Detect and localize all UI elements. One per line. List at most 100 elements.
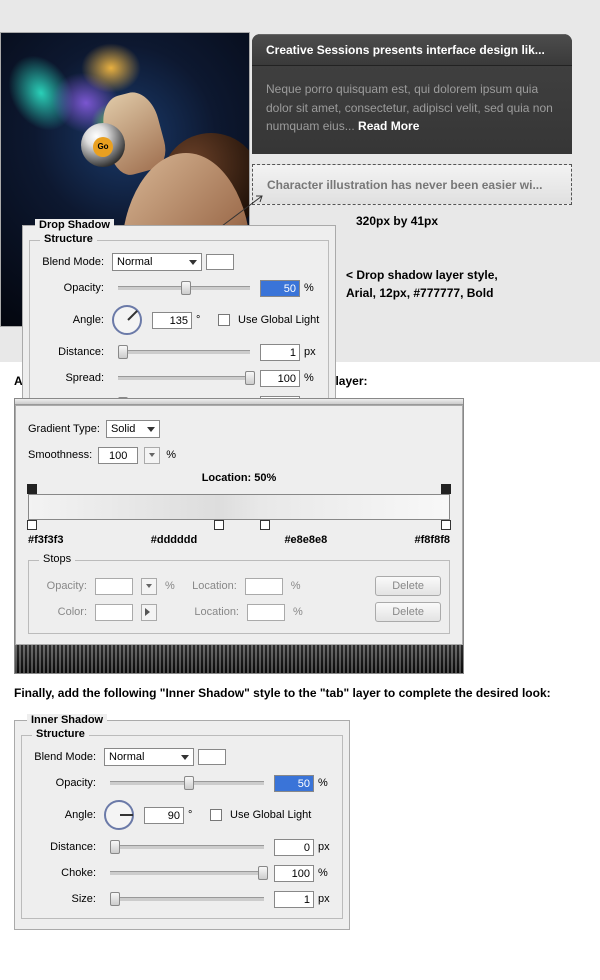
- stops-opacity-stepper-icon[interactable]: [141, 578, 157, 595]
- dimension-label: 320px by 41px: [356, 214, 438, 228]
- stops-color-swatch[interactable]: [95, 604, 133, 621]
- is-color-swatch[interactable]: [198, 749, 226, 765]
- go-badge: Go: [93, 137, 113, 157]
- blend-mode-select[interactable]: Normal: [112, 253, 202, 271]
- opacity-slider[interactable]: [118, 286, 250, 290]
- global-light-label: Use Global Light: [238, 314, 319, 326]
- blend-mode-value: Normal: [117, 256, 152, 268]
- distance-slider[interactable]: [118, 350, 250, 354]
- active-tab-title[interactable]: Creative Sessions presents interface des…: [252, 34, 572, 66]
- delete-opacity-stop-button[interactable]: Delete: [375, 576, 441, 596]
- smoothness-stepper-icon[interactable]: [144, 447, 160, 464]
- is-distance-input[interactable]: 0: [274, 839, 314, 856]
- smoothness-input[interactable]: 100: [98, 447, 138, 464]
- is-size-label: Size:: [28, 893, 100, 905]
- is-distance-slider[interactable]: [110, 845, 264, 849]
- color-stop-1: #f3f3f3: [28, 534, 63, 546]
- stops-opacity-input[interactable]: [95, 578, 133, 595]
- inactive-tab-title: Character illustration has never been ea…: [267, 178, 542, 192]
- section-3-text: Finally, add the following "Inner Shadow…: [0, 674, 600, 710]
- color-stop-icon[interactable]: [260, 520, 270, 530]
- opacity-stop-left-icon[interactable]: [27, 484, 37, 494]
- stops-color-label: Color:: [37, 606, 87, 618]
- smoothness-unit: %: [166, 449, 176, 461]
- stops-location-input-2[interactable]: [247, 604, 285, 621]
- is-opacity-slider[interactable]: [110, 781, 264, 785]
- is-choke-input[interactable]: 100: [274, 865, 314, 882]
- inner-structure-group: Structure Blend Mode: Normal Opacity: 50…: [21, 735, 343, 919]
- gradient-type-select[interactable]: Solid: [106, 420, 160, 438]
- global-light-checkbox[interactable]: [218, 314, 230, 326]
- is-size-unit: px: [318, 893, 336, 905]
- is-distance-label: Distance:: [28, 841, 100, 853]
- angle-unit: °: [196, 314, 214, 326]
- gradient-editor-frame: Gradient Type: Solid Smoothness: 100 % L…: [14, 398, 464, 674]
- distance-input[interactable]: 1: [260, 344, 300, 361]
- slider-thumb[interactable]: [110, 840, 120, 854]
- inactive-tab[interactable]: Character illustration has never been ea…: [252, 164, 572, 205]
- stops-title: Stops: [39, 553, 75, 565]
- stops-location-input[interactable]: [245, 578, 283, 595]
- is-size-slider[interactable]: [110, 897, 264, 901]
- slider-thumb[interactable]: [245, 371, 255, 385]
- inner-shadow-panel: Inner Shadow Structure Blend Mode: Norma…: [14, 720, 350, 930]
- smoothness-label: Smoothness:: [28, 449, 92, 461]
- opacity-input[interactable]: 50: [260, 280, 300, 297]
- opacity-unit: %: [304, 282, 322, 294]
- angle-input[interactable]: 135: [152, 312, 192, 329]
- gradient-editor-panel: Gradient Type: Solid Smoothness: 100 % L…: [15, 405, 463, 645]
- stops-opacity-unit: %: [165, 580, 175, 592]
- slider-thumb[interactable]: [258, 866, 268, 880]
- is-blend-mode-select[interactable]: Normal: [104, 748, 194, 766]
- is-blend-mode-value: Normal: [109, 751, 144, 763]
- blend-mode-label: Blend Mode:: [36, 256, 108, 268]
- is-opacity-label: Opacity:: [28, 777, 100, 789]
- active-tab-body: Neque porro quisquam est, qui dolorem ip…: [252, 66, 572, 154]
- angle-label: Angle:: [36, 314, 108, 326]
- inner-shadow-title: Inner Shadow: [27, 714, 107, 726]
- distance-label: Distance:: [36, 346, 108, 358]
- is-choke-slider[interactable]: [110, 871, 264, 875]
- spread-slider[interactable]: [118, 376, 250, 380]
- color-stop-3: #e8e8e8: [284, 534, 327, 546]
- is-blend-mode-label: Blend Mode:: [28, 751, 100, 763]
- opacity-stop-right-icon[interactable]: [441, 484, 451, 494]
- is-choke-label: Choke:: [28, 867, 100, 879]
- location-center-label: Location: 50%: [28, 472, 450, 484]
- distance-unit: px: [304, 346, 322, 358]
- tabs-panel: Creative Sessions presents interface des…: [252, 34, 572, 205]
- angle-dial[interactable]: [112, 305, 142, 335]
- color-stop-2: #dddddd: [151, 534, 197, 546]
- spread-input[interactable]: 100: [260, 370, 300, 387]
- inner-structure-title: Structure: [32, 728, 89, 740]
- annotation-line-1: < Drop shadow layer style,: [346, 266, 498, 284]
- hero-region: Go Creative Sessions presents interface …: [0, 0, 600, 362]
- is-global-light-label: Use Global Light: [230, 809, 311, 821]
- color-swatch[interactable]: [206, 254, 234, 270]
- stops-group: Stops Opacity: % Location: % Delete Colo…: [28, 560, 450, 634]
- eight-ball: Go: [81, 123, 125, 167]
- slider-thumb[interactable]: [118, 345, 128, 359]
- color-stop-icon[interactable]: [27, 520, 37, 530]
- is-angle-dial[interactable]: [104, 800, 134, 830]
- annotation-text: < Drop shadow layer style, Arial, 12px, …: [346, 266, 498, 302]
- read-more-link[interactable]: Read More: [358, 119, 419, 133]
- is-opacity-input[interactable]: 50: [274, 775, 314, 792]
- stops-color-picker-icon[interactable]: [141, 604, 157, 621]
- structure-title: Structure: [40, 233, 97, 245]
- slider-thumb[interactable]: [110, 892, 120, 906]
- is-size-input[interactable]: 1: [274, 891, 314, 908]
- slider-thumb[interactable]: [184, 776, 194, 790]
- editor-bottom-chrome: [15, 645, 463, 673]
- spread-label: Spread:: [36, 372, 108, 384]
- angle-needle: [120, 814, 133, 816]
- spread-unit: %: [304, 372, 322, 384]
- gradient-bar[interactable]: [28, 494, 450, 520]
- is-angle-input[interactable]: 90: [144, 807, 184, 824]
- slider-thumb[interactable]: [181, 281, 191, 295]
- is-global-light-checkbox[interactable]: [210, 809, 222, 821]
- swirl-decoration: [81, 43, 141, 93]
- color-stop-icon[interactable]: [214, 520, 224, 530]
- color-stop-icon[interactable]: [441, 520, 451, 530]
- delete-color-stop-button[interactable]: Delete: [375, 602, 441, 622]
